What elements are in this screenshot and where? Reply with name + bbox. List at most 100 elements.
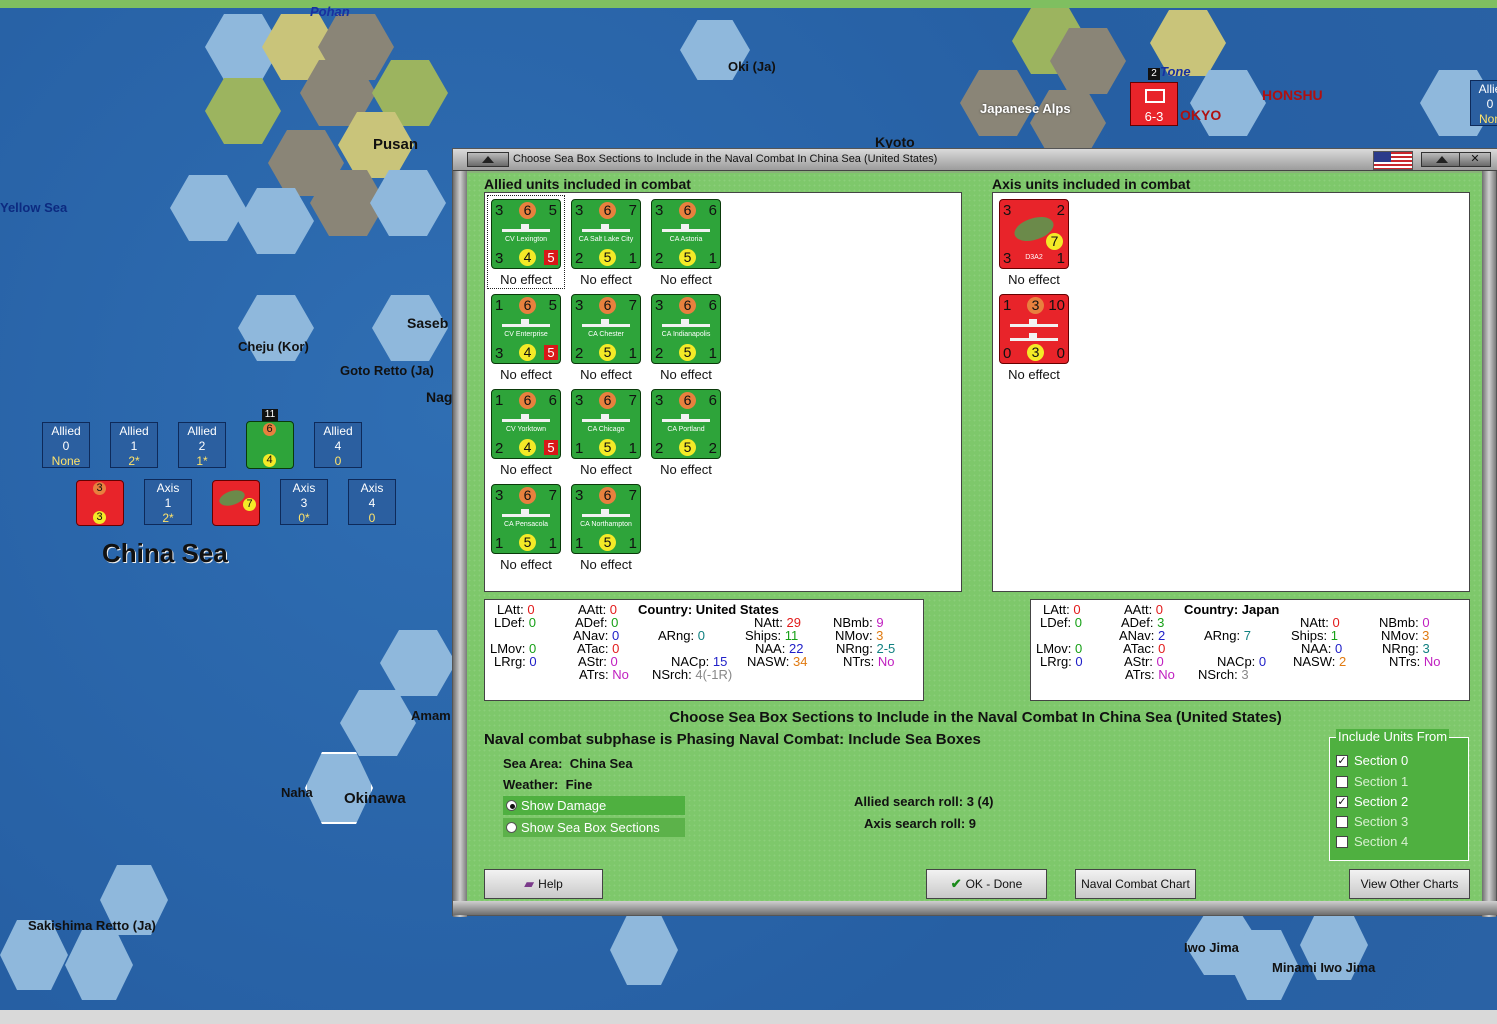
map-label-amami: Amam [411,708,451,723]
map-hex[interactable] [170,175,246,241]
combat-effect-label: No effect [580,462,632,477]
allied-unit-counter[interactable]: 3 7 2 1 6 5 CA Salt Lake City [571,199,641,269]
allied-unit-counter[interactable]: 3 6 2 1 6 5 CA Astoria [651,199,721,269]
seabox-allied-1[interactable]: Allied 1 2* [110,422,158,468]
map-hex[interactable] [205,78,281,144]
section-2-checkbox[interactable]: ✓ Section 2 [1336,793,1408,811]
stat-nsrch: NSrch: 4(-1R) [652,667,733,682]
counter-attack: 6 [599,392,616,409]
section-0-checkbox[interactable]: ✓ Section 0 [1336,752,1408,770]
allied-unit-slot[interactable]: 3 7 2 1 6 5 CA Chester No effect [568,291,644,383]
allied-unit-counter[interactable]: 3 6 2 1 6 5 CA Indianapolis [651,294,721,364]
stat-atrs: ATrs: No [579,667,629,682]
allied-unit-slot[interactable]: 1 6 2 5 6 4 CV Yorktown No effect [488,386,564,478]
seabox-axis-4[interactable]: Axis 4 0 [348,479,396,525]
naval-combat-chart-button[interactable]: Naval Combat Chart [1075,869,1196,899]
counter-bottom-left: 1 [575,535,584,552]
map-label-pusan: Pusan [373,136,419,153]
up-arrow-icon [1436,156,1448,163]
allied-unit-counter[interactable]: 3 7 2 1 6 5 CA Chester [571,294,641,364]
allied-unit-counter[interactable]: 3 7 1 1 6 5 CA Northampton [571,484,641,554]
seabox-value: 2* [162,511,174,525]
section-1-checkbox[interactable]: Section 1 [1336,773,1408,791]
seabox-num: 2 [198,439,206,453]
map-hex-okinawa[interactable] [305,752,373,824]
seabox-num: 0 [1486,97,1494,111]
counter-top-right: 7 [628,202,637,219]
map-hex[interactable] [610,915,678,985]
map-hex[interactable] [238,188,314,254]
seabox-allied-2[interactable]: Allied 2 1* [178,422,226,468]
counter-attack: 6 [519,392,536,409]
allied-units-panel[interactable]: 3 5 3 5 6 4 CV Lexington No effect 3 7 2 1 6 5 CA Salt… [484,192,962,592]
allied-unit-slot[interactable]: 3 6 2 1 6 5 CA Astoria No effect [648,196,724,288]
allied-unit-slot[interactable]: 1 5 3 5 6 4 CV Enterprise No effect [488,291,564,383]
allied-unit-counter[interactable]: 3 7 1 1 6 5 CA Chicago [571,389,641,459]
counter-top-right: 7 [548,487,557,504]
axis-units-label: Axis units included in combat [992,176,1191,192]
seabox-axis-3[interactable]: Axis 3 0* [280,479,328,525]
axis-unit-counter[interactable]: 3 2 3 1 7 D3A2 [999,199,1069,269]
collapse-button-right[interactable] [1421,152,1463,167]
map-hex[interactable] [370,170,446,236]
show-sections-radio[interactable]: Show Sea Box Sections [503,818,685,837]
combat-heading: Choose Sea Box Sections to Include in th… [669,709,1282,726]
allied-unit-counter[interactable]: 1 5 3 5 6 4 CV Enterprise [491,294,561,364]
allied-unit-slot[interactable]: 3 6 2 1 6 5 CA Indianapolis No effect [648,291,724,383]
section-4-checkbox[interactable]: Section 4 [1336,833,1408,851]
dialog-titlebar[interactable]: Choose Sea Box Sections to Include in th… [453,149,1497,171]
allied-unit-counter[interactable]: 1 6 2 5 6 4 CV Yorktown [491,389,561,459]
allied-unit-slot[interactable]: 3 7 1 1 6 5 CA Chicago No effect [568,386,644,478]
allied-unit-slot[interactable]: 3 5 3 5 6 4 CV Lexington No effect [487,195,565,289]
seabox-allied-0[interactable]: Allied 0 None [42,422,90,468]
view-other-charts-button[interactable]: View Other Charts [1349,869,1470,899]
seabox-num: 3 [300,496,308,510]
counter-defense: 5 [599,534,616,551]
axis-unit-counter[interactable]: 1 10 0 0 3 3 [999,294,1069,364]
checkbox-checked-icon: ✓ [1336,755,1348,767]
stat-nasw: NASW: 2 [1293,654,1347,669]
warship-icon [662,319,710,327]
counter-bottom-right: 1 [628,250,637,267]
counter-unit-name: CA Chester [588,331,624,338]
tokyo-army-counter[interactable]: 6-3 [1130,82,1178,126]
allied-unit-slot[interactable]: 3 7 2 1 6 5 CA Salt Lake City No effect [568,196,644,288]
seabox-edge[interactable]: Allie 0 Non [1470,80,1497,126]
dialog-frame-left [453,171,467,917]
seabox-axis-1[interactable]: Axis 1 2* [144,479,192,525]
map-hex[interactable] [1030,90,1106,156]
help-button[interactable]: ▰ Help [484,869,603,899]
counter-top-left: 3 [655,392,664,409]
counter-defense: 4 [519,439,536,456]
allied-unit-counter[interactable]: 3 7 1 1 6 5 CA Pensacola [491,484,561,554]
combat-effect-label: No effect [660,462,712,477]
show-damage-radio[interactable]: Show Damage [503,796,685,815]
map-label-pohang: Pohan [310,4,350,19]
counter-unit-name: CA Portland [667,426,705,433]
map-hex[interactable] [1190,70,1266,136]
seabox-allied-4[interactable]: Allied 4 0 [314,422,362,468]
allied-unit-slot[interactable]: 3 7 1 1 6 5 CA Pensacola No effect [488,481,564,573]
allied-unit-counter[interactable]: 3 5 3 5 6 4 CV Lexington [491,199,561,269]
counter-top-right: 7 [628,297,637,314]
allied-unit-counter[interactable]: 3 6 2 2 6 5 CA Portland [651,389,721,459]
close-icon[interactable]: ✕ [1459,152,1491,167]
counter-bottom-left: 2 [655,440,664,457]
axis-unit-slot[interactable]: 3 2 3 1 7 D3A2 No effect [996,196,1072,288]
stat-lrrg: LRrg: 0 [1040,654,1083,669]
section-3-checkbox[interactable]: Section 3 [1336,813,1408,831]
map-hex[interactable] [380,630,456,696]
collapse-button[interactable] [467,152,509,167]
counter-unit-name: CA Chicago [587,426,625,433]
axis-ship-counter-map[interactable]: 3 3 [76,480,124,526]
allied-unit-slot[interactable]: 3 6 2 2 6 5 CA Portland No effect [648,386,724,478]
axis-plane-counter-map[interactable]: 7 [212,480,260,526]
axis-units-panel[interactable]: 3 2 3 1 7 D3A2 No effect 1 10 0 0 3 3 No effect [992,192,1470,592]
map-hex[interactable] [65,930,133,1000]
axis-unit-slot[interactable]: 1 10 0 0 3 3 No effect [996,291,1072,383]
counter-defense: 5 [599,249,616,266]
map-hex[interactable] [340,690,416,756]
allied-unit-slot[interactable]: 3 7 1 1 6 5 CA Northampton No effect [568,481,644,573]
ok-done-button[interactable]: ✔ OK - Done [926,869,1047,899]
allied-stack-counter-map[interactable]: 6 4 [246,421,294,469]
